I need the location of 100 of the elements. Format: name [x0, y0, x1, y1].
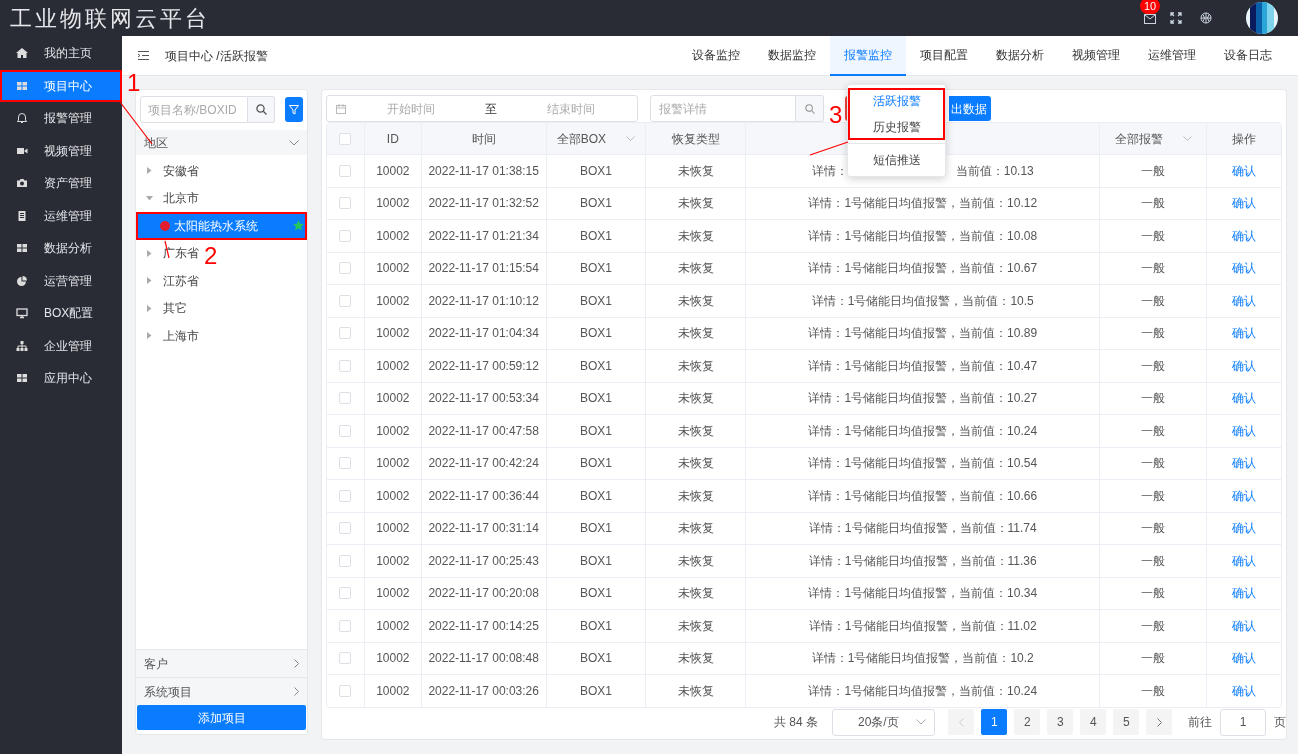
confirm-link[interactable]: 确认	[1232, 161, 1257, 180]
tree-item[interactable]: 安徽省	[163, 161, 199, 180]
star-icon[interactable]	[293, 220, 304, 232]
confirm-link[interactable]: 确认	[1232, 291, 1257, 310]
fullscreen-icon[interactable]	[1170, 12, 1182, 24]
search-button[interactable]	[248, 96, 275, 123]
region-header[interactable]: 地区	[136, 130, 307, 155]
chevron-icon[interactable]	[1182, 136, 1192, 141]
column-header[interactable]: 全部BOX	[556, 129, 607, 148]
tab[interactable]: 设备监控	[678, 35, 754, 76]
page-button[interactable]: 5	[1113, 709, 1140, 736]
sidebar-item[interactable]: 资产管理	[0, 167, 122, 200]
chevron-icon[interactable]	[626, 136, 636, 141]
page-input[interactable]: 1	[1220, 708, 1266, 736]
tab[interactable]: 视频管理	[1058, 35, 1134, 76]
page-size-select[interactable]: 20条/页	[832, 708, 936, 736]
caret-right-icon[interactable]	[147, 277, 152, 285]
section-row[interactable]: 客户	[136, 649, 307, 677]
confirm-link[interactable]: 确认	[1232, 454, 1257, 473]
menu-item[interactable]: 活跃报警	[848, 88, 945, 114]
tab[interactable]: 项目配置	[906, 35, 982, 76]
sidebar-item[interactable]: 我的主页	[0, 37, 122, 70]
checkbox[interactable]	[339, 164, 352, 177]
section-row[interactable]: 系统项目	[136, 677, 307, 705]
table-cell-text: 未恢复	[677, 650, 714, 668]
checkbox[interactable]	[339, 652, 352, 665]
confirm-link[interactable]: 确认	[1232, 259, 1257, 278]
menu-item[interactable]: 短信推送	[848, 147, 945, 173]
confirm-link[interactable]: 确认	[1232, 389, 1257, 408]
search-field[interactable]: 项目名称/BOXID	[140, 96, 248, 123]
checkbox[interactable]	[339, 262, 352, 275]
filter-button[interactable]	[285, 97, 303, 122]
confirm-link[interactable]: 确认	[1232, 226, 1257, 245]
tab[interactable]: 运维管理	[1134, 35, 1210, 76]
sidebar-item[interactable]: 数据分析	[0, 232, 122, 265]
sidebar-item[interactable]: 运营管理	[0, 264, 122, 297]
page-button[interactable]: 1	[981, 709, 1008, 736]
checkbox[interactable]	[339, 392, 352, 405]
menu-icon[interactable]	[138, 51, 149, 60]
page-button[interactable]: 2	[1014, 709, 1041, 736]
sidebar-item[interactable]: BOX配置	[0, 297, 122, 330]
checkbox[interactable]	[339, 359, 352, 372]
confirm-link[interactable]: 确认	[1232, 421, 1257, 440]
tab[interactable]: 数据分析	[982, 35, 1058, 76]
tree-item[interactable]: 江苏省	[163, 271, 199, 290]
page-button[interactable]: 3	[1047, 709, 1074, 736]
checkbox[interactable]	[339, 489, 352, 502]
search-button[interactable]	[796, 95, 824, 122]
previous-page-button[interactable]	[948, 709, 975, 736]
column-header[interactable]: 全部报警	[1114, 129, 1163, 148]
confirm-link[interactable]: 确认	[1232, 681, 1257, 700]
checkbox[interactable]	[339, 294, 352, 307]
sidebar-item[interactable]: 项目中心	[0, 69, 122, 102]
confirm-link[interactable]: 确认	[1232, 519, 1257, 538]
checkbox[interactable]	[339, 229, 352, 242]
caret-down-icon[interactable]	[146, 195, 153, 201]
caret-right-icon[interactable]	[147, 167, 152, 175]
confirm-link[interactable]: 确认	[1232, 551, 1257, 570]
caret-right-icon[interactable]	[147, 304, 152, 312]
confirm-link[interactable]: 确认	[1232, 356, 1257, 375]
tab[interactable]: 数据监控	[754, 35, 830, 76]
caret-right-icon[interactable]	[147, 332, 152, 340]
sidebar-item[interactable]: 运维管理	[0, 199, 122, 232]
confirm-link[interactable]: 确认	[1232, 584, 1257, 603]
checkbox[interactable]	[339, 132, 352, 145]
mail-icon[interactable]	[1144, 14, 1156, 24]
checkbox[interactable]	[339, 197, 352, 210]
confirm-link[interactable]: 确认	[1232, 194, 1257, 213]
checkbox[interactable]	[339, 684, 352, 697]
page-button[interactable]: 4	[1080, 709, 1107, 736]
confirm-link[interactable]: 确认	[1232, 324, 1257, 343]
sidebar-item[interactable]: 企业管理	[0, 329, 122, 362]
date-range-field[interactable]: 开始时间 至 结束时间	[326, 95, 638, 122]
detail-search-field[interactable]: 报警详情	[650, 95, 796, 122]
next-page-button[interactable]	[1146, 709, 1172, 736]
tree-item[interactable]: 北京市	[163, 189, 199, 208]
caret-right-icon[interactable]	[147, 249, 152, 257]
tree-item[interactable]: 其它	[163, 299, 187, 318]
checkbox[interactable]	[339, 587, 352, 600]
tab[interactable]: 设备日志	[1210, 35, 1286, 76]
sidebar-item[interactable]: 应用中心	[0, 362, 122, 395]
checkbox[interactable]	[339, 522, 352, 535]
avatar[interactable]	[1246, 2, 1278, 34]
globe-icon[interactable]	[1200, 12, 1212, 24]
sidebar-item[interactable]: 视频管理	[0, 134, 122, 167]
tree-item[interactable]: 太阳能热水系统	[136, 212, 307, 240]
checkbox[interactable]	[339, 554, 352, 567]
sidebar-item[interactable]: 报警管理	[0, 102, 122, 135]
tab[interactable]: 报警监控	[830, 35, 906, 76]
confirm-link[interactable]: 确认	[1232, 616, 1257, 635]
menu-item[interactable]: 历史报警	[848, 114, 945, 140]
checkbox[interactable]	[339, 619, 352, 632]
add-project-button[interactable]: 添加项目	[137, 705, 306, 730]
confirm-link[interactable]: 确认	[1232, 649, 1257, 668]
confirm-link[interactable]: 确认	[1232, 486, 1257, 505]
checkbox[interactable]	[339, 424, 352, 437]
checkbox[interactable]	[339, 327, 352, 340]
checkbox[interactable]	[339, 457, 352, 470]
tree-item[interactable]: 上海市	[163, 326, 199, 345]
export-button[interactable]: 出数据	[949, 96, 991, 121]
